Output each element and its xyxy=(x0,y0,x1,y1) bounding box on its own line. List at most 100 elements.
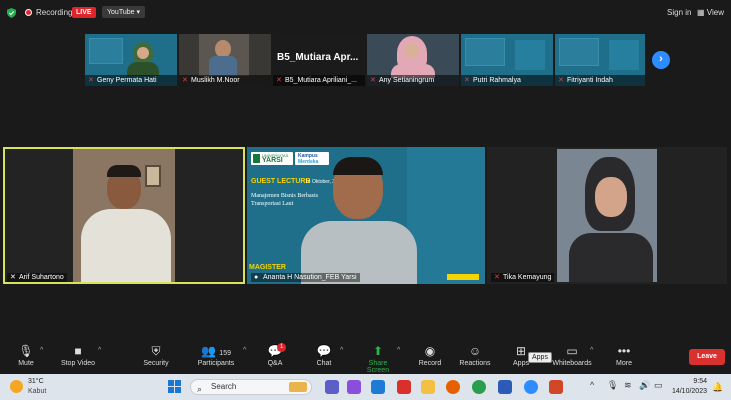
mic-muted-icon: ✕ xyxy=(182,77,188,84)
share-screen-button[interactable]: ⬆ Share Screen xyxy=(357,344,399,374)
participants-options-caret-icon[interactable]: ^ xyxy=(243,347,246,354)
participant-name: ✕ B5_Mutiara Apriliani_... xyxy=(273,75,365,86)
weather-condition[interactable]: Kabut xyxy=(28,388,46,395)
reactions-button[interactable]: ☺ Reactions xyxy=(458,344,492,367)
top-bar: Recording LIVE YouTube ▾ Sign in ▦ View xyxy=(0,0,731,26)
pdf-reader-icon[interactable] xyxy=(397,380,411,394)
security-button[interactable]: ⛨ Security xyxy=(141,344,171,367)
slide-footer: MAGISTER xyxy=(249,264,286,271)
chat-button[interactable]: 💬 Chat xyxy=(314,344,334,367)
tray-microphone-icon[interactable]: 🎙 xyxy=(607,380,618,391)
sign-in-link[interactable]: Sign in xyxy=(667,8,691,17)
share-options-caret-icon[interactable]: ^ xyxy=(397,347,400,354)
windows-start-icon[interactable] xyxy=(168,380,182,394)
mic-muted-icon: ✕ xyxy=(10,274,16,281)
weather-sun-icon[interactable] xyxy=(10,380,23,393)
video-tile[interactable]: ✕ Tika Kemayung xyxy=(487,147,727,284)
gallery-thumbnail[interactable]: ✕ Fitriyanti Indah xyxy=(555,34,645,86)
firefox-icon[interactable] xyxy=(446,380,460,394)
gallery-thumbnail[interactable]: ✕ Muslikh M.Noor xyxy=(179,34,271,86)
slide-topic-line1: Manajemen Bisnis Berbasis xyxy=(251,193,318,199)
slide-preview xyxy=(89,38,123,64)
microphone-icon: 🎙 xyxy=(18,344,34,358)
clock-date: 14/10/2023 xyxy=(671,388,707,395)
security-shield-icon: ⛨ xyxy=(151,344,161,358)
whiteboards-button[interactable]: ▭ Whiteboards xyxy=(550,344,594,367)
gallery-thumbnail[interactable]: ✕ Geny Permata Hati xyxy=(85,34,177,86)
mic-muted-icon: ✕ xyxy=(370,77,376,84)
mic-icon: ● xyxy=(254,274,259,281)
taskbar-search-box[interactable]: ⌕ Search xyxy=(190,379,312,395)
participant-name: ✕ Any Setianingrum xyxy=(367,75,459,86)
more-label: More xyxy=(616,360,632,367)
powerpoint-icon[interactable] xyxy=(549,380,563,394)
gallery-thumbnail[interactable]: ✕ Putri Rahmalya xyxy=(461,34,553,86)
zoom-meeting-window: Recording LIVE YouTube ▾ Sign in ▦ View … xyxy=(0,0,731,400)
whiteboard-icon: ▭ xyxy=(566,344,578,358)
live-badge[interactable]: LIVE xyxy=(72,7,96,18)
speaker-icon[interactable]: 🔊 xyxy=(639,380,650,391)
chrome-icon[interactable] xyxy=(472,380,486,394)
file-explorer-icon[interactable] xyxy=(421,380,435,394)
apps-tooltip: Apps xyxy=(528,352,552,363)
participant-name: ✕ Fitriyanti Indah xyxy=(555,75,645,86)
share-screen-label: Share Screen xyxy=(366,360,390,374)
qa-button[interactable]: 💬 1 Q&A xyxy=(264,343,287,367)
stream-target-dropdown[interactable]: YouTube ▾ xyxy=(102,6,145,18)
mail-app-icon[interactable] xyxy=(371,380,385,394)
reactions-label: Reactions xyxy=(459,360,491,367)
stop-video-button[interactable]: ■ Stop Video xyxy=(58,344,98,367)
record-label: Record xyxy=(418,360,442,367)
clock-time: 9:54 xyxy=(693,378,707,385)
zoom-app-icon[interactable] xyxy=(524,380,538,394)
share-screen-icon: ⬆ xyxy=(372,344,384,358)
app-icon[interactable] xyxy=(347,380,361,394)
participants-label: Participants xyxy=(197,360,235,367)
taskbar-clock[interactable]: 9:54 14/10/2023 xyxy=(669,377,707,397)
recording-label[interactable]: Recording xyxy=(36,8,72,17)
stop-video-label: Stop Video xyxy=(60,360,96,367)
whiteboards-label: Whiteboards xyxy=(552,360,592,367)
video-tile[interactable]: UNIVERSITAS YARSI Kampus Merdeka GUEST L… xyxy=(247,147,485,284)
participant-name: ✕ Geny Permata Hati xyxy=(85,75,177,86)
participant-name: ● Ananta H Nasution_FEB Yarsi xyxy=(251,273,360,282)
whiteboards-options-caret-icon[interactable]: ^ xyxy=(590,347,593,354)
next-page-button[interactable]: › xyxy=(652,51,670,69)
wifi-icon[interactable]: ≋ xyxy=(624,380,632,391)
gallery-thumbnail[interactable]: ✕ Any Setianingrum xyxy=(367,34,459,86)
shield-icon[interactable] xyxy=(7,8,16,18)
mic-muted-icon: ✕ xyxy=(88,77,94,84)
participants-button[interactable]: 👥 159 Participants xyxy=(194,344,238,367)
more-button[interactable]: ••• More xyxy=(613,344,635,367)
word-icon[interactable] xyxy=(498,380,512,394)
tray-overflow-chevron-icon[interactable]: ^ xyxy=(590,380,594,390)
participant-name: ✕ Arif Suhartono xyxy=(7,273,67,282)
video-options-caret-icon[interactable]: ^ xyxy=(98,347,101,354)
slide-topic-line2: Transportasi Laut xyxy=(251,201,294,207)
apps-label: Apps xyxy=(513,360,529,367)
gallery-thumbnail[interactable]: B5_Mutiara Apr... ✕ B5_Mutiara Apriliani_… xyxy=(273,34,365,86)
participant-name-display: B5_Mutiara Apr... xyxy=(277,52,359,63)
mic-muted-icon: ✕ xyxy=(558,77,564,84)
teams-app-icon[interactable] xyxy=(325,380,339,394)
record-icon: ◉ xyxy=(424,344,436,358)
weather-temperature[interactable]: 31°C xyxy=(28,378,44,385)
record-button[interactable]: ◉ Record xyxy=(418,344,442,367)
mic-muted-icon: ✕ xyxy=(464,77,470,84)
mic-muted-icon: ✕ xyxy=(494,274,500,281)
security-label: Security xyxy=(143,360,169,367)
view-button[interactable]: ▦ View xyxy=(697,8,724,17)
chat-options-caret-icon[interactable]: ^ xyxy=(340,347,343,354)
windows-taskbar: 31°C Kabut ⌕ Search ^ 🎙 ≋ 🔊 ▭ 9:54 14/10… xyxy=(0,374,731,400)
reactions-icon: ☺ xyxy=(468,344,482,358)
slide-event-title: GUEST LECTURE xyxy=(251,178,311,185)
leave-button[interactable]: Leave xyxy=(689,349,725,365)
mute-button[interactable]: 🎙 Mute xyxy=(14,344,38,367)
battery-icon[interactable]: ▭ xyxy=(654,380,663,391)
yarsi-logo: UNIVERSITAS YARSI xyxy=(251,152,293,165)
notifications-icon[interactable]: 🔔 xyxy=(712,382,723,393)
meeting-toolbar: 🎙 Mute ^ ■ Stop Video ^ ⛨ Security 👥 159… xyxy=(0,340,731,374)
mute-options-caret-icon[interactable]: ^ xyxy=(40,347,43,354)
video-tile-active-speaker[interactable]: ✕ Arif Suhartono xyxy=(3,147,245,284)
chat-label: Chat xyxy=(316,360,332,367)
